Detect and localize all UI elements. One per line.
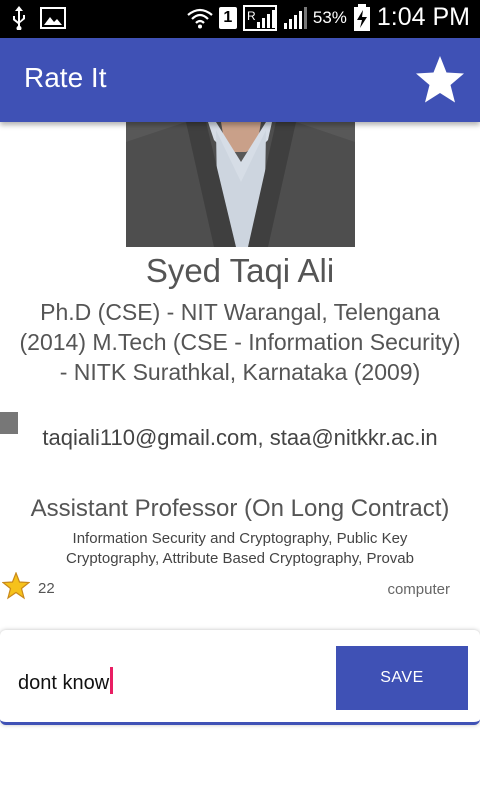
rating-star-icon	[2, 572, 30, 600]
rating-count: 22	[38, 580, 55, 597]
designation: Assistant Professor (On Long Contract)	[30, 495, 450, 522]
comment-card: dont know SAVE	[0, 630, 480, 725]
app-bar: Rate It	[0, 38, 480, 122]
battery-percent: 53%	[312, 7, 347, 27]
department: computer	[387, 581, 450, 598]
profile-photo	[126, 122, 355, 247]
image-icon	[40, 7, 66, 29]
usb-icon	[13, 6, 25, 30]
svg-text:R: R	[247, 9, 256, 23]
signal-icon	[283, 6, 307, 29]
star-icon[interactable]	[414, 54, 466, 106]
clock: 1:04 PM	[376, 3, 470, 31]
email: taqiali110@gmail.com, staa@nitkkr.ac.in	[42, 425, 438, 450]
sim-badge: 1	[218, 6, 237, 29]
qualification: Ph.D (CSE) - NIT Warangal, Telengana (20…	[19, 299, 461, 385]
status-bar: 1 R 53% 1:04 PM	[0, 0, 480, 38]
wifi-icon	[187, 8, 213, 28]
app-title: Rate It	[24, 62, 107, 93]
comment-input[interactable]: dont know	[18, 667, 114, 695]
teacher-name: Syed Taqi Ali	[145, 252, 335, 289]
text-cursor	[110, 667, 114, 694]
comment-input-value: dont know	[18, 672, 110, 694]
battery-charging-icon	[353, 3, 370, 31]
roaming-signal-icon: R	[242, 4, 277, 31]
research-interests: Information Security and Cryptography, P…	[66, 530, 414, 567]
save-button[interactable]: SAVE	[336, 646, 468, 710]
